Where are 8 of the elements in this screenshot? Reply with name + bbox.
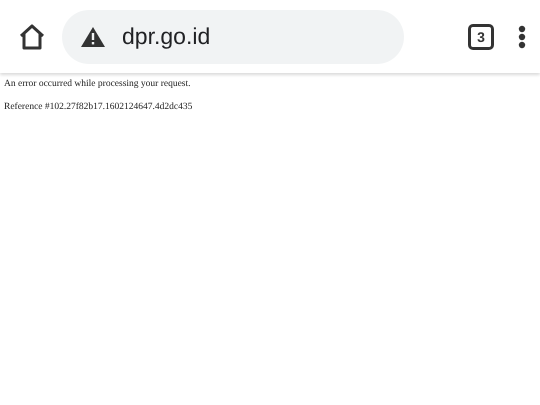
error-text: An error occurred while processing your request.	[4, 78, 192, 91]
error-text: Reference #102.27f82b17.1602124647.4d2dc435	[4, 101, 194, 114]
menu-icon[interactable]	[518, 24, 526, 48]
home-icon[interactable]	[18, 24, 46, 50]
url-text: dpr.go.id	[122, 22, 210, 52]
tab-count-button[interactable]: 3	[468, 24, 494, 50]
address-bar[interactable]: dpr.go.id	[62, 10, 404, 64]
warning-icon	[80, 26, 106, 48]
